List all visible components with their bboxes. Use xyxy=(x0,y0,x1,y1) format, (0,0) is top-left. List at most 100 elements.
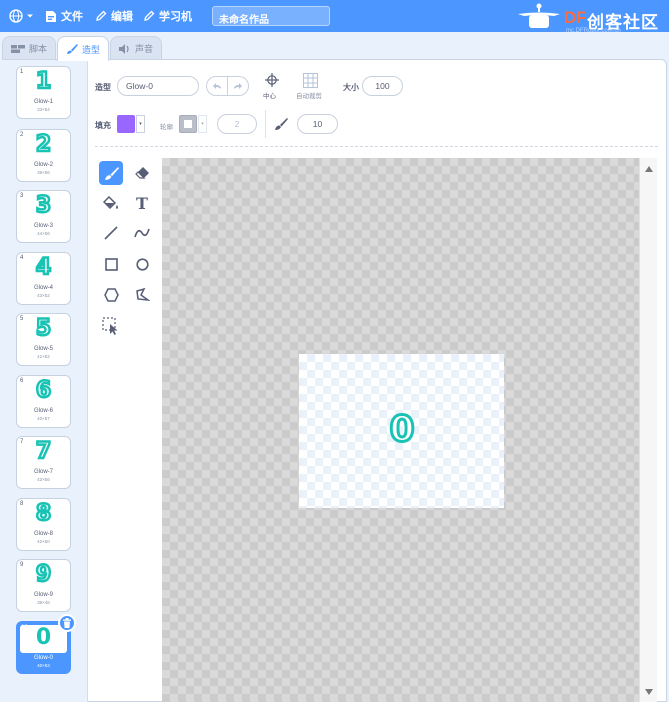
costume-thumbnail: 9 xyxy=(35,561,53,588)
tool-polygon[interactable] xyxy=(99,283,123,307)
costume-name: Glow-3 xyxy=(33,223,53,229)
costume-card[interactable]: 2 2 Glow-2 39×56 xyxy=(16,129,71,182)
tool-eraser[interactable] xyxy=(130,161,154,185)
circle-icon xyxy=(135,257,149,271)
file-menu[interactable]: 文件 xyxy=(45,0,83,32)
tool-brush[interactable] xyxy=(99,161,123,185)
size-label: 大小 xyxy=(343,83,359,92)
tool-rectangle[interactable] xyxy=(99,252,123,276)
edit-menu[interactable]: 编辑 xyxy=(95,0,133,32)
center-button[interactable] xyxy=(262,73,282,89)
rectangle-icon xyxy=(104,257,118,271)
redo-button[interactable] xyxy=(228,76,249,96)
costume-name-input[interactable]: Glow-0 xyxy=(117,76,199,96)
code-blocks-icon xyxy=(10,44,25,53)
reshape-icon xyxy=(135,288,150,301)
outline-swatch-inner xyxy=(184,120,192,128)
dfrobot-logo[interactable]: DF 创客社区 mc.DFRobot.com.cn xyxy=(516,2,666,34)
trash-icon xyxy=(63,618,71,628)
tool-select[interactable] xyxy=(99,314,123,338)
costume-name-label: 造型 xyxy=(95,83,111,92)
costume-size: 43×52 xyxy=(37,293,50,298)
costume-size: 40×57 xyxy=(37,416,50,421)
costume-card[interactable]: 8 8 Glow-8 42×50 xyxy=(16,498,71,551)
size-input[interactable]: 100 xyxy=(362,76,403,96)
tab-costumes[interactable]: 造型 xyxy=(57,36,109,61)
brush-icon xyxy=(275,118,288,130)
brush-size-icon-wrap xyxy=(274,117,288,136)
chevron-down-icon xyxy=(27,14,33,18)
costume-card[interactable]: 6 6 Glow-6 40×57 xyxy=(16,375,71,428)
tool-curve[interactable] xyxy=(130,221,154,245)
costume-card[interactable]: 5 5 Glow-5 41×52 xyxy=(16,313,71,366)
canvas-vertical-scrollbar[interactable] xyxy=(639,158,657,702)
outline-label: 轮廓 xyxy=(160,124,173,131)
costume-thumbnail: 6 xyxy=(35,377,53,404)
brand-subtitle: mc.DFRobot.com.cn xyxy=(566,28,621,34)
line-icon xyxy=(104,226,118,240)
costume-card[interactable]: 7 7 Glow-7 42×56 xyxy=(16,436,71,489)
brush-icon xyxy=(104,166,119,180)
fill-color-dropdown[interactable]: ▾ xyxy=(136,115,145,133)
fill-color-swatch[interactable] xyxy=(117,115,135,133)
costume-size: 42×50 xyxy=(37,539,50,544)
costume-card[interactable]: 3 3 Glow-3 44×56 xyxy=(16,190,71,243)
language-menu[interactable] xyxy=(9,0,33,32)
costume-thumbnail: 8 xyxy=(35,500,53,527)
costume-card[interactable]: 9 9 Glow-9 39×46 xyxy=(16,559,71,612)
tab-sounds-label: 声音 xyxy=(134,44,153,54)
tool-line[interactable] xyxy=(99,221,123,245)
toolbar-divider xyxy=(265,110,266,138)
costume-thumbnail: 4 xyxy=(35,254,53,281)
delete-costume-button[interactable] xyxy=(58,614,76,632)
costume-size: 44×56 xyxy=(37,231,50,236)
tool-circle[interactable] xyxy=(130,252,154,276)
outline-color-swatch[interactable] xyxy=(179,115,197,133)
undo-button[interactable] xyxy=(206,76,228,96)
edit-menu-label: 编辑 xyxy=(111,11,133,23)
scroll-up-icon[interactable] xyxy=(645,166,653,172)
scroll-down-icon[interactable] xyxy=(645,689,653,695)
brush-icon xyxy=(66,44,78,54)
costume-card[interactable]: 1 1 Glow-1 33×54 xyxy=(16,66,71,119)
file-icon xyxy=(46,10,56,22)
paint-bucket-icon xyxy=(103,195,118,209)
costume-name: Glow-7 xyxy=(33,469,53,475)
fill-label: 填充 xyxy=(95,121,111,130)
tool-reshape[interactable] xyxy=(130,283,154,307)
tab-costumes-label: 造型 xyxy=(81,44,100,55)
curve-icon xyxy=(134,228,150,238)
tool-text[interactable]: T xyxy=(130,191,154,215)
auto-crop-button[interactable] xyxy=(303,73,319,89)
tab-code[interactable]: 脚本 xyxy=(2,36,56,60)
costume-name: Glow-6 xyxy=(33,408,53,414)
costume-name: Glow-4 xyxy=(33,285,53,291)
tab-code-label: 脚本 xyxy=(28,44,47,54)
pencil-icon xyxy=(144,10,155,21)
outline-color-dropdown[interactable]: ▾ xyxy=(198,115,207,133)
costume-card[interactable]: 4 4 Glow-4 43×52 xyxy=(16,252,71,305)
brush-size-input[interactable]: 10 xyxy=(297,114,338,134)
costume-name: Glow-8 xyxy=(33,531,53,537)
tab-sounds[interactable]: 声音 xyxy=(110,36,162,60)
text-tool-icon: T xyxy=(136,193,148,213)
costume-size: 41×52 xyxy=(37,354,50,359)
costume-size: 40×53 xyxy=(37,663,50,668)
select-cursor-icon xyxy=(102,317,118,335)
tool-fill[interactable] xyxy=(99,191,123,215)
costume-name: Glow-2 xyxy=(33,162,53,168)
costume-drawing[interactable]: 0 xyxy=(384,408,420,451)
costume-size: 39×56 xyxy=(37,170,50,175)
outline-width-input[interactable]: 2 xyxy=(217,114,257,134)
project-title-input[interactable]: 未命名作品 xyxy=(212,6,330,26)
globe-icon xyxy=(9,9,23,23)
costume-thumbnail: 7 xyxy=(35,438,53,465)
costume-thumbnail: 5 xyxy=(35,315,53,342)
learn-menu-label: 学习机 xyxy=(159,11,192,23)
file-menu-label: 文件 xyxy=(61,11,83,23)
robot-logo-icon xyxy=(518,3,560,28)
learn-menu[interactable]: 学习机 xyxy=(143,0,192,32)
costume-size: 39×46 xyxy=(37,600,50,605)
costume-name: Glow-5 xyxy=(33,346,53,352)
undo-icon xyxy=(213,83,221,89)
